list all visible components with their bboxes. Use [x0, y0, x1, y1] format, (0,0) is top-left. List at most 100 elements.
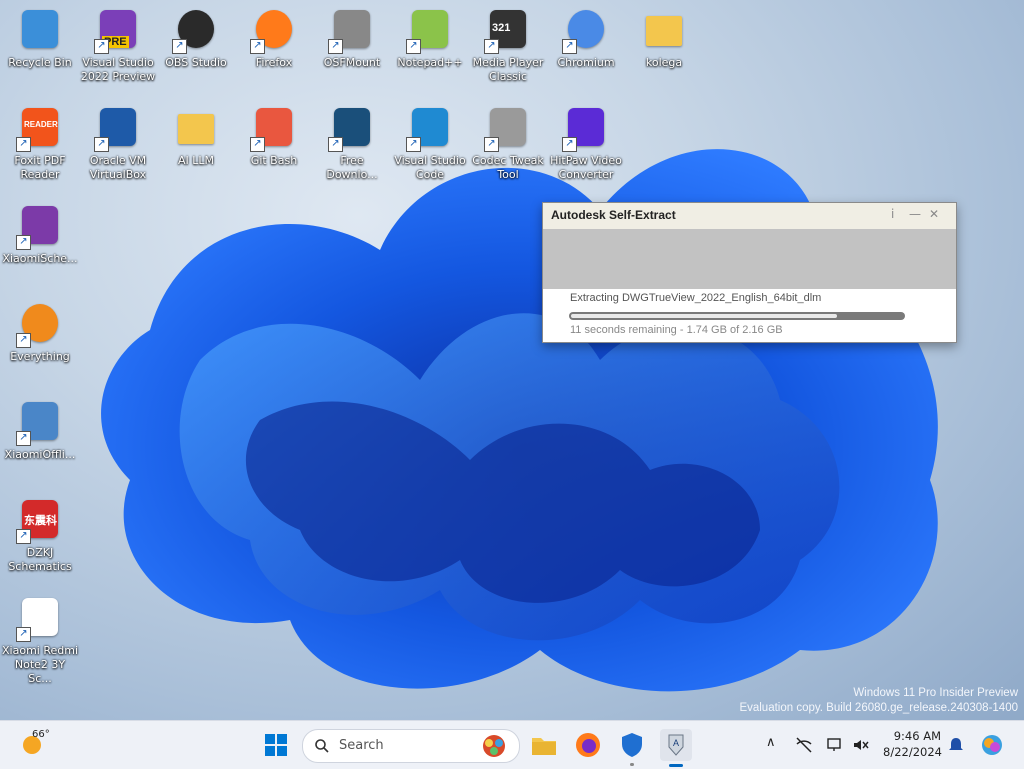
- desktop-icon-xiaomische[interactable]: ↗ XiaomiSche...: [2, 202, 78, 266]
- firefox-icon: ↗: [250, 6, 298, 54]
- desktop-icon-label: XiaomiOffli...: [4, 448, 76, 461]
- weather-widget[interactable]: 66°: [16, 729, 66, 761]
- desktop-icon-visual-studio-code[interactable]: ↗ Visual Studio Code: [392, 104, 468, 182]
- desktop-icon-label: Media Player Classic: [472, 56, 544, 83]
- desktop-icon-xiaomioffli[interactable]: ↗ XiaomiOffli...: [2, 398, 78, 462]
- time-remaining-text: 11 seconds remaining - 1.74 GB of 2.16 G…: [570, 324, 783, 336]
- network-offline-icon[interactable]: [795, 736, 813, 754]
- desktop: Recycle Bin PRE ↗ Visual Studio 2022 Previe…: [0, 0, 1024, 720]
- notepadpp-icon: ↗: [406, 6, 454, 54]
- desktop-icon-kolega[interactable]: kolega: [626, 6, 702, 70]
- show-hidden-icons-chevron-icon[interactable]: ∧: [766, 735, 776, 750]
- desktop-icon-label: OSFMount: [323, 56, 381, 69]
- desktop-icon-osfmount[interactable]: ↗ OSFMount: [314, 6, 390, 70]
- weather-temp: 66°: [32, 729, 50, 740]
- desktop-icon-label: DZKJ Schematics: [8, 546, 72, 573]
- desktop-icon-label: Everything: [10, 350, 70, 363]
- shortcut-arrow-icon: ↗: [16, 333, 31, 348]
- taskbar-windows-security[interactable]: [616, 729, 648, 766]
- desktop-icon-label: Codec Tweak Tool: [472, 154, 544, 181]
- minimize-button[interactable]: —: [909, 207, 921, 221]
- codec-tweak-icon: ↗: [484, 104, 532, 152]
- desktop-icon-codec-tweak-tool[interactable]: ↗ Codec Tweak Tool: [470, 104, 546, 182]
- shortcut-arrow-icon: ↗: [94, 39, 109, 54]
- shortcut-arrow-icon: ↗: [406, 137, 421, 152]
- hitpaw-icon: ↗: [562, 104, 610, 152]
- everything-icon: ↗: [16, 300, 64, 348]
- obs-icon: ↗: [172, 6, 220, 54]
- copilot-icon[interactable]: [980, 733, 1004, 757]
- clock-date: 8/22/2024: [883, 745, 942, 759]
- taskbar-firefox[interactable]: [572, 729, 604, 761]
- desktop-icon-xiaomi-redmi-note2-3y-sc[interactable]: ↗ Xiaomi Redmi Note2 3Y Sc...: [2, 594, 78, 686]
- shortcut-arrow-icon: ↗: [16, 431, 31, 446]
- volume-muted-icon[interactable]: [852, 736, 870, 754]
- vscode-icon: ↗: [406, 104, 454, 152]
- desktop-icon-foxit-pdf-reader[interactable]: READER ↗ Foxit PDF Reader: [2, 104, 78, 182]
- close-button[interactable]: ✕: [929, 207, 939, 221]
- desktop-icon-git-bash[interactable]: ↗ Git Bash: [236, 104, 312, 168]
- display-icon[interactable]: [826, 736, 844, 754]
- desktop-icon-label: XiaomiSche...: [2, 252, 78, 265]
- desktop-icon-label: Chromium: [557, 56, 615, 69]
- shortcut-arrow-icon: ↗: [94, 137, 109, 152]
- shortcut-arrow-icon: ↗: [16, 137, 31, 152]
- desktop-icon-dzkj-schematics[interactable]: 东震科 ↗ DZKJ Schematics: [2, 496, 78, 574]
- desktop-icon-obs-studio[interactable]: ↗ OBS Studio: [158, 6, 234, 70]
- desktop-icon-label: Recycle Bin: [8, 56, 72, 69]
- search-highlight-icon: [483, 735, 505, 757]
- desktop-icon-hitpaw-video-converter[interactable]: ↗ HitPaw Video Converter: [548, 104, 624, 182]
- desktop-icon-label: Firefox: [255, 56, 293, 69]
- shortcut-arrow-icon: ↗: [328, 137, 343, 152]
- dialog-titlebar[interactable]: Autodesk Self-Extract i — ✕: [543, 203, 956, 229]
- desktop-icon-label: Oracle VM VirtualBox: [89, 154, 147, 181]
- shortcut-arrow-icon: ↗: [172, 39, 187, 54]
- folder-icon: [532, 738, 556, 755]
- shortcut-arrow-icon: ↗: [250, 39, 265, 54]
- autodesk-self-extract-dialog[interactable]: Autodesk Self-Extract i — ✕ Extracting D…: [542, 202, 957, 343]
- desktop-icon-label: Foxit PDF Reader: [14, 154, 66, 181]
- taskbar: 66° Search A ∧ 9:46 AM 8/22/2024: [0, 720, 1024, 769]
- desktop-icon-ai-llm[interactable]: AI LLM: [158, 104, 234, 168]
- info-button[interactable]: i: [891, 207, 894, 221]
- xiaomi-offline-icon: ↗: [16, 398, 64, 446]
- autodesk-installer-icon: A: [668, 734, 684, 756]
- shortcut-arrow-icon: ↗: [562, 137, 577, 152]
- system-clock[interactable]: 9:46 AM 8/22/2024: [883, 728, 942, 760]
- dialog-banner: [543, 229, 956, 289]
- desktop-icon-media-player-classic[interactable]: 321 ↗ Media Player Classic: [470, 6, 546, 84]
- desktop-icon-label: kolega: [645, 56, 683, 69]
- extract-progress-fill: [571, 314, 837, 318]
- pdf-document-icon: ↗: [16, 594, 64, 642]
- taskbar-autodesk-extract[interactable]: A: [660, 729, 692, 767]
- taskbar-search-box[interactable]: Search: [302, 729, 520, 763]
- foxit-icon: READER ↗: [16, 104, 64, 152]
- shortcut-arrow-icon: ↗: [328, 39, 343, 54]
- desktop-icon-label: Visual Studio Code: [394, 154, 466, 181]
- start-button[interactable]: [260, 729, 292, 761]
- desktop-icon-label: Visual Studio 2022 Preview: [80, 56, 156, 83]
- desktop-icon-free-downlo[interactable]: ↗ Free Downlo...: [314, 104, 390, 182]
- desktop-icon-notepad[interactable]: ↗ Notepad++: [392, 6, 468, 70]
- desktop-icon-label: AI LLM: [177, 154, 214, 167]
- desktop-icon-visual-studio-2022-preview[interactable]: PRE ↗ Visual Studio 2022 Preview: [80, 6, 156, 84]
- xiaomi-schematics-icon: ↗: [16, 202, 64, 250]
- search-placeholder: Search: [339, 738, 384, 753]
- desktop-icon-everything[interactable]: ↗ Everything: [2, 300, 78, 364]
- desktop-icon-oracle-vm-virtualbox[interactable]: ↗ Oracle VM VirtualBox: [80, 104, 156, 182]
- shortcut-arrow-icon: ↗: [484, 39, 499, 54]
- clock-time: 9:46 AM: [893, 729, 941, 743]
- desktop-icon-firefox[interactable]: ↗ Firefox: [236, 6, 312, 70]
- taskbar-file-explorer[interactable]: [528, 729, 560, 761]
- git-bash-icon: ↗: [250, 104, 298, 152]
- desktop-icon-recycle-bin[interactable]: Recycle Bin: [2, 6, 78, 70]
- visual-studio-icon: PRE ↗: [94, 6, 142, 54]
- desktop-icon-chromium[interactable]: ↗ Chromium: [548, 6, 624, 70]
- notification-bell-icon[interactable]: [948, 736, 964, 754]
- virtualbox-icon: ↗: [94, 104, 142, 152]
- shortcut-arrow-icon: ↗: [484, 137, 499, 152]
- desktop-icon-label: Notepad++: [397, 56, 463, 69]
- windows-logo-icon: [265, 734, 287, 756]
- free-download-icon: ↗: [328, 104, 376, 152]
- desktop-icon-label: Xiaomi Redmi Note2 3Y Sc...: [2, 644, 79, 685]
